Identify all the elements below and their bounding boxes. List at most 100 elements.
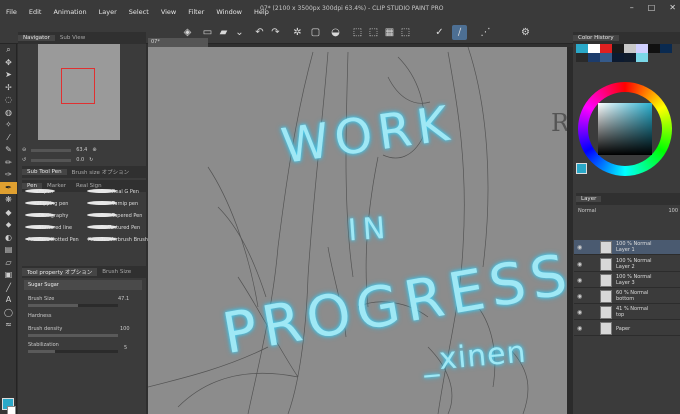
close-icon[interactable]: ✕ — [669, 3, 676, 12]
decoration-tool-icon[interactable]: ❋ — [0, 194, 17, 207]
transform-icon[interactable]: ⬚ — [350, 25, 365, 40]
brush-tool-icon[interactable]: ✑ — [0, 169, 17, 182]
pen-tool-icon[interactable]: ✎ — [0, 144, 17, 157]
layer-opacity-value[interactable]: 100 — [668, 208, 678, 214]
menu-file[interactable]: File — [0, 8, 23, 16]
swatch[interactable] — [588, 53, 600, 62]
menu-animation[interactable]: Animation — [47, 8, 92, 16]
menu-filter[interactable]: Filter — [182, 8, 210, 16]
maximize-icon[interactable]: □ — [648, 3, 656, 12]
eye-icon[interactable]: ◉ — [577, 244, 582, 251]
clear-selection-icon[interactable]: ⬚ — [398, 25, 413, 40]
rotate-slider[interactable] — [31, 158, 72, 162]
snap-grid-icon[interactable]: ⋰ — [478, 25, 493, 40]
brush-density-slider[interactable] — [28, 334, 118, 337]
zoom-out-icon[interactable]: ⊖ — [22, 147, 26, 153]
settings-icon[interactable]: ⚙ — [518, 25, 533, 40]
canvas-tab[interactable]: 07* — [148, 38, 208, 47]
zoom-tool-icon[interactable]: ⌕ — [0, 44, 17, 57]
navigator-view-frame[interactable] — [61, 68, 95, 104]
selection-tool-icon[interactable]: ◌ — [0, 94, 17, 107]
figure-tool-icon[interactable]: ▱ — [0, 257, 17, 270]
save-icon[interactable]: ⌄ — [232, 25, 247, 40]
swatch[interactable] — [636, 44, 648, 53]
open-file-icon[interactable]: ▰ — [216, 25, 231, 40]
undo-icon[interactable]: ↶ — [252, 25, 267, 40]
frame-tool-icon[interactable]: ▣ — [0, 269, 17, 282]
eye-icon[interactable]: ◉ — [577, 325, 582, 332]
swatch[interactable] — [636, 53, 648, 62]
sub-color-swatch[interactable] — [7, 406, 16, 414]
menu-window[interactable]: Window — [210, 8, 248, 16]
snap-special-ruler-icon[interactable]: ∕ — [452, 25, 467, 40]
menu-edit[interactable]: Edit — [23, 8, 48, 16]
fill-tool-icon[interactable]: ◐ — [0, 232, 17, 245]
operation-tool-icon[interactable]: ➤ — [0, 69, 17, 82]
brush-item[interactable]: Textured Pen — [84, 222, 146, 234]
layer-row[interactable]: ◉ 100 % Normal Layer 2 — [574, 257, 680, 272]
swatch[interactable] — [600, 53, 612, 62]
brush-item[interactable]: Pressure Dotted Pen — [22, 234, 84, 246]
tab-layer[interactable]: Layer — [576, 196, 602, 202]
swatch[interactable] — [576, 44, 588, 53]
tab-navigator[interactable]: Navigator — [18, 35, 55, 41]
tab-brush-size-2[interactable]: Brush Size — [97, 269, 136, 275]
move-layer-tool-icon[interactable]: ✢ — [0, 82, 17, 95]
tab-color-history[interactable]: Color History — [573, 35, 619, 41]
brush-item[interactable]: Mapping pen — [22, 198, 84, 210]
correct-line-tool-icon[interactable]: ≈ — [0, 319, 17, 332]
brush-item[interactable]: Real G Pen — [84, 186, 146, 198]
eye-icon[interactable]: ◉ — [577, 309, 582, 316]
rotate-right-icon[interactable]: ↻ — [89, 157, 93, 163]
loading-icon[interactable]: ✲ — [290, 25, 305, 40]
ruler-tool-icon[interactable]: ╱ — [0, 282, 17, 295]
swatch[interactable] — [624, 44, 636, 53]
eye-icon[interactable]: ◉ — [577, 261, 582, 268]
zoom-in-icon[interactable]: ⊕ — [92, 147, 96, 153]
swatch[interactable] — [612, 53, 624, 62]
blend-mode-select[interactable]: Normal — [578, 208, 596, 214]
menu-layer[interactable]: Layer — [93, 8, 123, 16]
swatch[interactable] — [648, 44, 660, 53]
menu-select[interactable]: Select — [123, 8, 155, 16]
layer-row[interactable]: ◉ 60 % Normal bottom — [574, 289, 680, 304]
rotate-left-icon[interactable]: ↺ — [22, 157, 26, 163]
brush-item[interactable]: Pressure Airbrush Brush — [84, 234, 148, 246]
fill-icon[interactable]: ◒ — [328, 25, 343, 40]
blend-tool-icon[interactable]: ⬥ — [0, 219, 17, 232]
layer-row[interactable]: ◉ 100 % Normal Layer 3 — [574, 273, 680, 288]
layer-row[interactable]: ◉ Paper — [574, 321, 680, 336]
eyedropper-tool-icon[interactable]: ⁄ — [0, 132, 17, 145]
swatch[interactable] — [612, 44, 624, 53]
lasso-tool-icon[interactable]: ◍ — [0, 107, 17, 120]
brush-item[interactable]: Turnip pen — [84, 198, 146, 210]
move-tool-icon[interactable]: ✥ — [0, 57, 17, 70]
clear-icon[interactable]: ▢ — [308, 25, 323, 40]
snap-ruler-icon[interactable]: ✓ — [432, 25, 447, 40]
eraser-tool-icon[interactable]: ◆ — [0, 207, 17, 220]
brush-item[interactable]: Tapered Pen — [84, 210, 146, 222]
brush-item[interactable]: Calligraphy — [22, 210, 84, 222]
balloon-tool-icon[interactable]: ◯ — [0, 307, 17, 320]
swatch[interactable] — [588, 44, 600, 53]
color-saturation-square[interactable] — [598, 103, 652, 155]
tab-sub-view[interactable]: Sub View — [55, 35, 90, 41]
redo-icon[interactable]: ↷ — [268, 25, 283, 40]
layer-row[interactable]: ◉ 100 % Normal Layer 1 — [574, 240, 680, 255]
pencil-tool-icon[interactable]: ✏ — [0, 157, 17, 170]
invert-selection-icon[interactable]: ▦ — [382, 25, 397, 40]
eye-icon[interactable]: ◉ — [577, 277, 582, 284]
zoom-slider[interactable] — [31, 148, 72, 152]
layer-row[interactable]: ◉ 41 % Normal top — [574, 305, 680, 320]
brush-item[interactable]: G-pen — [22, 186, 84, 198]
tab-tool-property[interactable]: Tool property オプション — [22, 268, 98, 276]
tab-brush-size[interactable]: Brush size オプション — [67, 168, 135, 176]
eye-icon[interactable]: ◉ — [577, 293, 582, 300]
swatch[interactable] — [660, 44, 672, 53]
swatch[interactable] — [600, 44, 612, 53]
swatch[interactable] — [576, 53, 588, 62]
swatch[interactable] — [624, 53, 636, 62]
canvas[interactable]: WORK IN PROGRESS _xinen R — [148, 47, 567, 414]
menu-view[interactable]: View — [155, 8, 182, 16]
gradient-tool-icon[interactable]: ▤ — [0, 244, 17, 257]
